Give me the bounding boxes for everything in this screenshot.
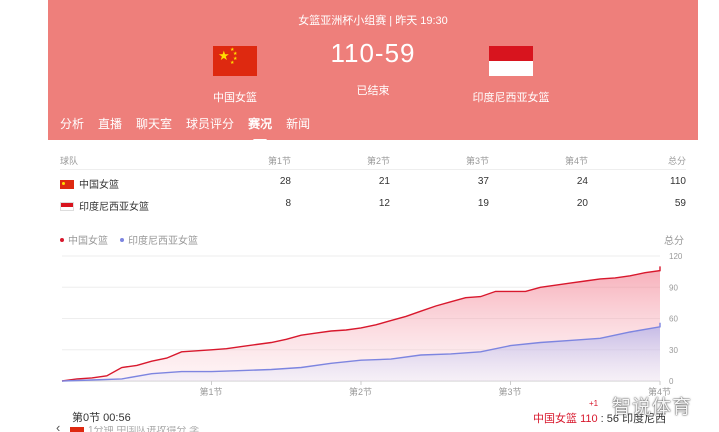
table-header: 球队 第1节 第2节 第3节 第4节 总分	[60, 150, 686, 170]
y-tick-label: 120	[669, 252, 683, 261]
total-score: 59	[674, 198, 686, 209]
q2-score: 21	[378, 176, 390, 187]
watermark: 智说体育	[612, 397, 693, 418]
q1-score: 8	[285, 198, 291, 209]
team-name: 中国女篮	[79, 180, 119, 191]
away-team[interactable]: 印度尼西亚女篮	[451, 46, 571, 105]
q4-score: 20	[576, 198, 588, 209]
indonesia-flag-icon	[489, 46, 533, 76]
indonesia-flag-icon	[60, 202, 74, 211]
china-flag-icon	[70, 427, 84, 432]
table-row: 印度尼西亚女篮 8 12 19 20 59	[60, 192, 686, 214]
y-tick-label: 30	[669, 346, 678, 355]
total-score: 110	[670, 176, 686, 187]
tab-analysis[interactable]: 分析	[60, 115, 84, 137]
match-page: 女篮亚洲杯小组赛 | 昨天 19:30 ★ ★ ★ ★ ★ 中国女篮 110-5…	[0, 0, 719, 432]
home-team[interactable]: ★ ★ ★ ★ ★ 中国女篮	[175, 46, 295, 105]
y-tick-label: 0	[669, 377, 674, 386]
tab-player-rating[interactable]: 球员评分	[186, 115, 234, 137]
event-description: 1分钟 中国队进攻得分 李月汝	[88, 426, 200, 432]
header-q1: 第1节	[267, 156, 291, 166]
q2-score: 12	[378, 198, 390, 209]
row-team: 印度尼西亚女篮	[60, 198, 149, 213]
header-total: 总分	[667, 156, 686, 166]
x-tick-label: 第1节	[200, 386, 223, 397]
tab-news[interactable]: 新闻	[286, 115, 310, 137]
china-flag-icon	[60, 180, 74, 189]
q3-score: 37	[477, 176, 489, 187]
header-q2: 第2节	[366, 156, 390, 166]
q4-score: 24	[576, 176, 588, 187]
match-score: 110-59	[330, 38, 416, 68]
away-team-name: 印度尼西亚女篮	[472, 92, 550, 104]
quarter-score-table: 球队 第1节 第2节 第3节 第4节 总分 中国女篮 28 21 37 24 1…	[60, 150, 686, 214]
header-team: 球队	[60, 156, 79, 166]
q1-score: 28	[279, 176, 291, 187]
home-team-name: 中国女篮	[213, 92, 257, 104]
header-q3: 第3节	[465, 156, 489, 166]
tab-bar: 分析 直播 聊天室 球员评分 赛况 新闻	[60, 115, 324, 142]
score-progress-chart: 1209060300第1节 第2节 第3节 第4节	[61, 252, 683, 397]
row-team: 中国女篮	[60, 176, 119, 191]
tab-live[interactable]: 直播	[98, 115, 122, 137]
match-header: 女篮亚洲杯小组赛 | 昨天 19:30 ★ ★ ★ ★ ★ 中国女篮 110-5…	[48, 0, 698, 142]
y-tick-label: 90	[669, 283, 678, 292]
event-time: 第0节 00:56	[72, 412, 131, 424]
tab-chatroom[interactable]: 聊天室	[136, 115, 172, 137]
x-tick-label: 第2节	[349, 386, 372, 397]
header-q4: 第4节	[564, 156, 588, 166]
table-row: 中国女篮 28 21 37 24 110	[60, 170, 686, 192]
match-info: 女篮亚洲杯小组赛 | 昨天 19:30	[298, 15, 448, 27]
event-team: 中国女篮	[533, 413, 577, 425]
tab-match-status[interactable]: 赛况	[248, 115, 272, 142]
score-plus-badge: +1	[589, 399, 599, 408]
match-status: 已结束	[356, 85, 390, 97]
chevron-left-icon[interactable]: ‹	[56, 420, 60, 432]
y-tick-label: 60	[669, 315, 678, 324]
event-team-score: 110	[580, 413, 598, 425]
q3-score: 19	[477, 198, 489, 209]
x-tick-label: 第3节	[499, 386, 522, 397]
china-flag-icon: ★ ★ ★ ★ ★	[213, 46, 257, 76]
team-name: 印度尼西亚女篮	[79, 202, 149, 213]
